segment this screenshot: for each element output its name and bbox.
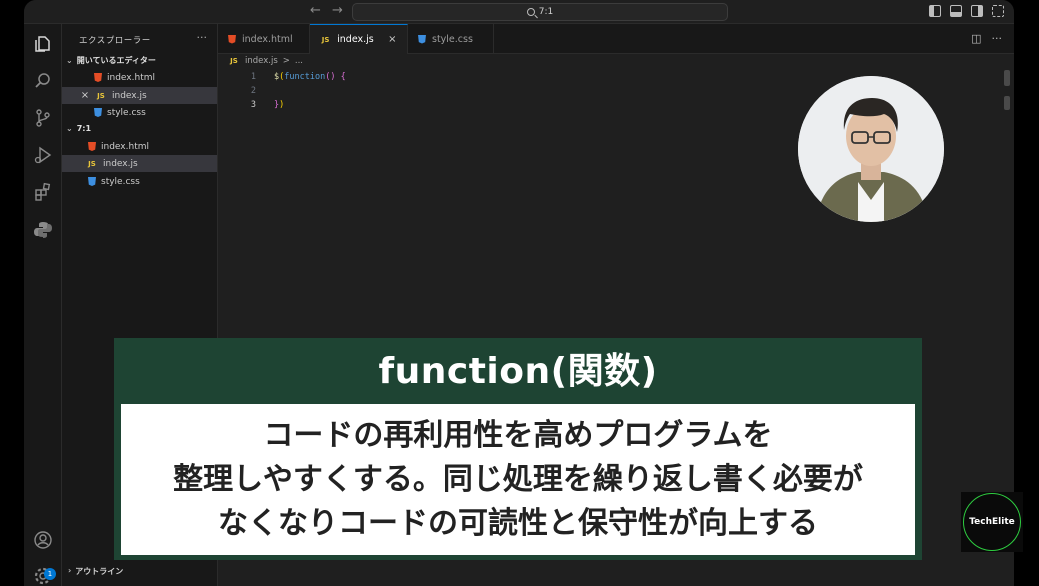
source-control-icon[interactable] (33, 108, 53, 128)
folder-label: 7:1 (76, 124, 92, 133)
tab-bar: index.html JS index.js × style.css ◫ ··· (218, 24, 1014, 54)
css-file-icon (88, 177, 96, 186)
breadcrumb-file[interactable]: index.js (245, 56, 278, 66)
logo-text: TechElite (969, 517, 1015, 527)
code-token-function-keyword: function (284, 72, 326, 82)
js-file-icon: JS (88, 159, 96, 168)
title-bar: ← → 7:1 (24, 0, 1014, 24)
file-item[interactable]: style.css (62, 173, 217, 190)
code-text: $(function() { (274, 72, 346, 82)
code-line-1: 1 $(function() { (218, 70, 346, 84)
file-label: style.css (101, 176, 140, 187)
js-file-icon: JS (97, 91, 105, 100)
code-token-args: () (325, 72, 336, 82)
file-label: index.js (103, 158, 138, 169)
js-file-icon: JS (230, 57, 238, 65)
tab-close-icon[interactable]: × (388, 34, 397, 45)
html-file-icon (94, 73, 102, 82)
js-file-icon: JS (321, 35, 330, 44)
file-item[interactable]: index.html (62, 138, 217, 155)
code-line-3: 3 }) (218, 98, 284, 112)
command-center-search[interactable]: 7:1 (352, 3, 728, 21)
code-token-open-brace: { (335, 72, 346, 82)
settings-badge: 1 (44, 568, 56, 580)
close-icon[interactable]: × (80, 90, 90, 101)
chevron-down-icon: ⌄ (66, 124, 73, 133)
css-file-icon (94, 108, 102, 117)
open-editor-label: index.html (107, 72, 155, 83)
activity-bar (24, 24, 62, 586)
customize-layout-icon[interactable] (992, 5, 1004, 17)
tab-index-js[interactable]: JS index.js × (310, 24, 408, 54)
caption-line: なくなりコードの可読性と保守性が向上する (218, 505, 818, 541)
caption-overlay: function(関数) コードの再利用性を高めプログラムを 整理しやすくする。… (114, 338, 922, 560)
search-icon[interactable] (33, 71, 53, 91)
explorer-icon[interactable] (33, 34, 53, 54)
code-token-close-paren: ) (279, 100, 285, 110)
toggle-sidebar-icon[interactable] (929, 5, 941, 17)
open-editor-item[interactable]: index.html (62, 69, 217, 86)
caption-line: コードの再利用性を高めプログラムを (263, 417, 773, 453)
breadcrumb-separator: > (282, 56, 290, 66)
breadcrumb: JS index.js > ... (228, 56, 303, 66)
more-actions-icon[interactable]: ··· (992, 32, 1003, 45)
logo-ring: TechElite (963, 493, 1021, 551)
open-editors-section[interactable]: ⌄ 開いているエディター (66, 55, 156, 66)
caption-line: 整理しやすくする。同じ処理を繰り返し書く必要が (173, 461, 863, 497)
run-debug-icon[interactable] (33, 145, 53, 165)
channel-logo: TechElite (961, 492, 1023, 552)
account-icon[interactable] (33, 530, 53, 550)
outline-label: アウトライン (75, 567, 124, 576)
folder-section[interactable]: ⌄ 7:1 (66, 124, 91, 133)
editor-scrollbar[interactable] (1004, 70, 1010, 86)
tab-index-html[interactable]: index.html (218, 24, 310, 54)
search-icon (526, 8, 535, 16)
video-frame: ← → 7:1 1 エクスプローラー ··· ⌄ 開いているエディター inde… (0, 0, 1039, 586)
editor-scrollbar-thumb[interactable] (1004, 96, 1010, 110)
explorer-more-icon[interactable]: ··· (197, 31, 208, 44)
open-editor-item[interactable]: style.css (62, 104, 217, 121)
tab-label: style.css (432, 33, 473, 45)
editor-actions: ◫ ··· (971, 32, 1002, 45)
toggle-secondary-sidebar-icon[interactable] (971, 5, 983, 17)
tab-label: index.html (242, 33, 293, 45)
back-arrow-icon[interactable]: ← (310, 3, 321, 18)
chevron-down-icon: ⌄ (66, 56, 73, 65)
css-file-icon (418, 34, 426, 44)
breadcrumb-rest[interactable]: ... (295, 56, 303, 66)
explorer-title: エクスプローラー (79, 36, 151, 46)
caption-title: function(関数) (378, 351, 658, 392)
open-editor-label: style.css (107, 107, 146, 118)
toggle-panel-icon[interactable] (950, 5, 962, 17)
open-editor-label: index.js (112, 90, 147, 101)
line-number: 1 (250, 72, 256, 82)
file-item-selected[interactable]: JS index.js (62, 155, 217, 172)
forward-arrow-icon[interactable]: → (332, 3, 343, 18)
chevron-right-icon: › (68, 566, 72, 575)
layout-controls (929, 5, 1004, 17)
open-editors-label: 開いているエディター (76, 56, 156, 65)
tab-style-css[interactable]: style.css (408, 24, 494, 54)
open-editor-item-selected[interactable]: × JS index.js (62, 87, 217, 104)
presenter-webcam (798, 76, 944, 222)
code-text: }) (274, 100, 284, 110)
split-editor-icon[interactable]: ◫ (971, 32, 981, 45)
line-number: 2 (250, 86, 256, 96)
line-number: 3 (250, 100, 256, 110)
extensions-icon[interactable] (33, 182, 53, 202)
python-icon[interactable] (33, 220, 53, 240)
caption-body: コードの再利用性を高めプログラムを 整理しやすくする。同じ処理を繰り返し書く必要… (121, 404, 915, 555)
tab-label: index.js (337, 34, 374, 45)
code-line-2: 2 (218, 84, 274, 98)
html-file-icon (88, 142, 96, 151)
file-label: index.html (101, 141, 149, 152)
html-file-icon (228, 34, 236, 44)
outline-section[interactable]: › アウトライン (68, 566, 123, 577)
search-text: 7:1 (538, 7, 554, 17)
